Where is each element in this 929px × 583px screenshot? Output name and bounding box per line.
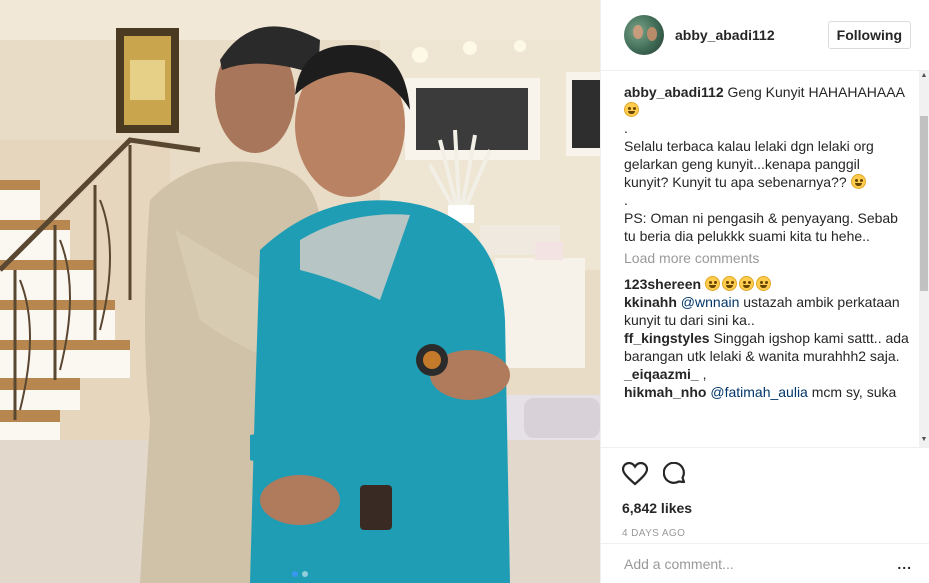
comment-author[interactable]: kkinahh <box>624 294 677 310</box>
post-caption: abby_abadi112 Geng Kunyit HAHAHAHAAA . S… <box>624 83 916 245</box>
grinning-emoji <box>755 276 771 291</box>
scroll-down-arrow-icon[interactable]: ▼ <box>919 435 929 445</box>
following-button[interactable]: Following <box>827 21 911 49</box>
comment-icon[interactable] <box>663 462 687 486</box>
caption-line: Geng Kunyit HAHAHAHAAA <box>727 84 905 100</box>
grinning-emoji <box>704 276 720 291</box>
post-actions: 6,842 likes 4 DAYS AGO <box>601 447 929 539</box>
comment-item: kkinahh @wnnain ustazah ambik perkataan … <box>624 293 916 329</box>
more-options-icon[interactable]: ... <box>897 556 912 572</box>
caption-line: kunyit? Kunyit tu apa sebenarnya?? <box>624 174 847 190</box>
caption-line: gelarkan geng kunyit...kenapa panggil <box>624 156 860 172</box>
comment-item: ff_kingstyles Singgah igshop kami sattt.… <box>624 329 916 365</box>
grinning-squint-emoji <box>624 102 639 117</box>
likes-count[interactable]: 6,842 likes <box>622 500 912 516</box>
scroll-up-arrow-icon[interactable]: ▲ <box>919 71 929 81</box>
caption-author[interactable]: abby_abadi112 <box>624 84 724 100</box>
comment-author[interactable]: 123shereen <box>624 276 701 292</box>
carousel-dot-2[interactable] <box>302 571 308 577</box>
caption-line: Selalu terbaca kalau lelaki dgn lelaki o… <box>624 138 874 154</box>
caption-line: tu beria dia pelukkk suami kita tu hehe.… <box>624 228 870 244</box>
comments-scrollbar[interactable]: ▲ ▼ <box>919 71 929 447</box>
username-link[interactable]: abby_abadi112 <box>675 27 828 43</box>
grinning-emoji <box>738 276 754 291</box>
comment-author[interactable]: hikmah_nho <box>624 384 706 400</box>
carousel-indicator[interactable] <box>0 571 600 577</box>
comment-item: 123shereen <box>624 275 916 293</box>
post-details-panel: abby_abadi112 Following abby_abadi112 Ge… <box>600 0 929 583</box>
photo-illustration <box>0 0 600 583</box>
comment-author[interactable]: _eiqaazmi_ <box>624 366 699 382</box>
comment-item: hikmah_nho @fatimah_aulia mcm sy, suka <box>624 383 916 401</box>
post-timestamp[interactable]: 4 DAYS AGO <box>622 528 912 539</box>
comment-item: _eiqaazmi_ , <box>624 365 916 383</box>
comment-mention[interactable]: @fatimah_aulia <box>710 384 808 400</box>
post-header: abby_abadi112 Following <box>601 0 929 71</box>
caption-line: . <box>624 192 628 208</box>
add-comment-bar: ... <box>601 543 929 583</box>
scrollbar-thumb[interactable] <box>920 116 928 291</box>
comment-text: mcm sy, suka <box>807 384 897 400</box>
caption-line: . <box>624 120 628 136</box>
comment-text: , <box>698 366 707 382</box>
carousel-dot-1[interactable] <box>292 571 298 577</box>
comment-mention[interactable]: @wnnain <box>681 294 740 310</box>
comment-author[interactable]: ff_kingstyles <box>624 330 710 346</box>
caption-line: PS: Oman ni pengasih & penyayang. Sebab <box>624 210 898 226</box>
grinning-emoji <box>721 276 737 291</box>
heart-icon[interactable] <box>622 462 648 486</box>
load-more-comments-link[interactable]: Load more comments <box>624 249 916 267</box>
crying-laughing-emoji <box>850 174 866 189</box>
avatar[interactable] <box>624 15 664 55</box>
comments-list[interactable]: abby_abadi112 Geng Kunyit HAHAHAHAAA . S… <box>601 71 929 447</box>
post-photo[interactable] <box>0 0 600 583</box>
add-comment-input[interactable] <box>624 544 898 583</box>
